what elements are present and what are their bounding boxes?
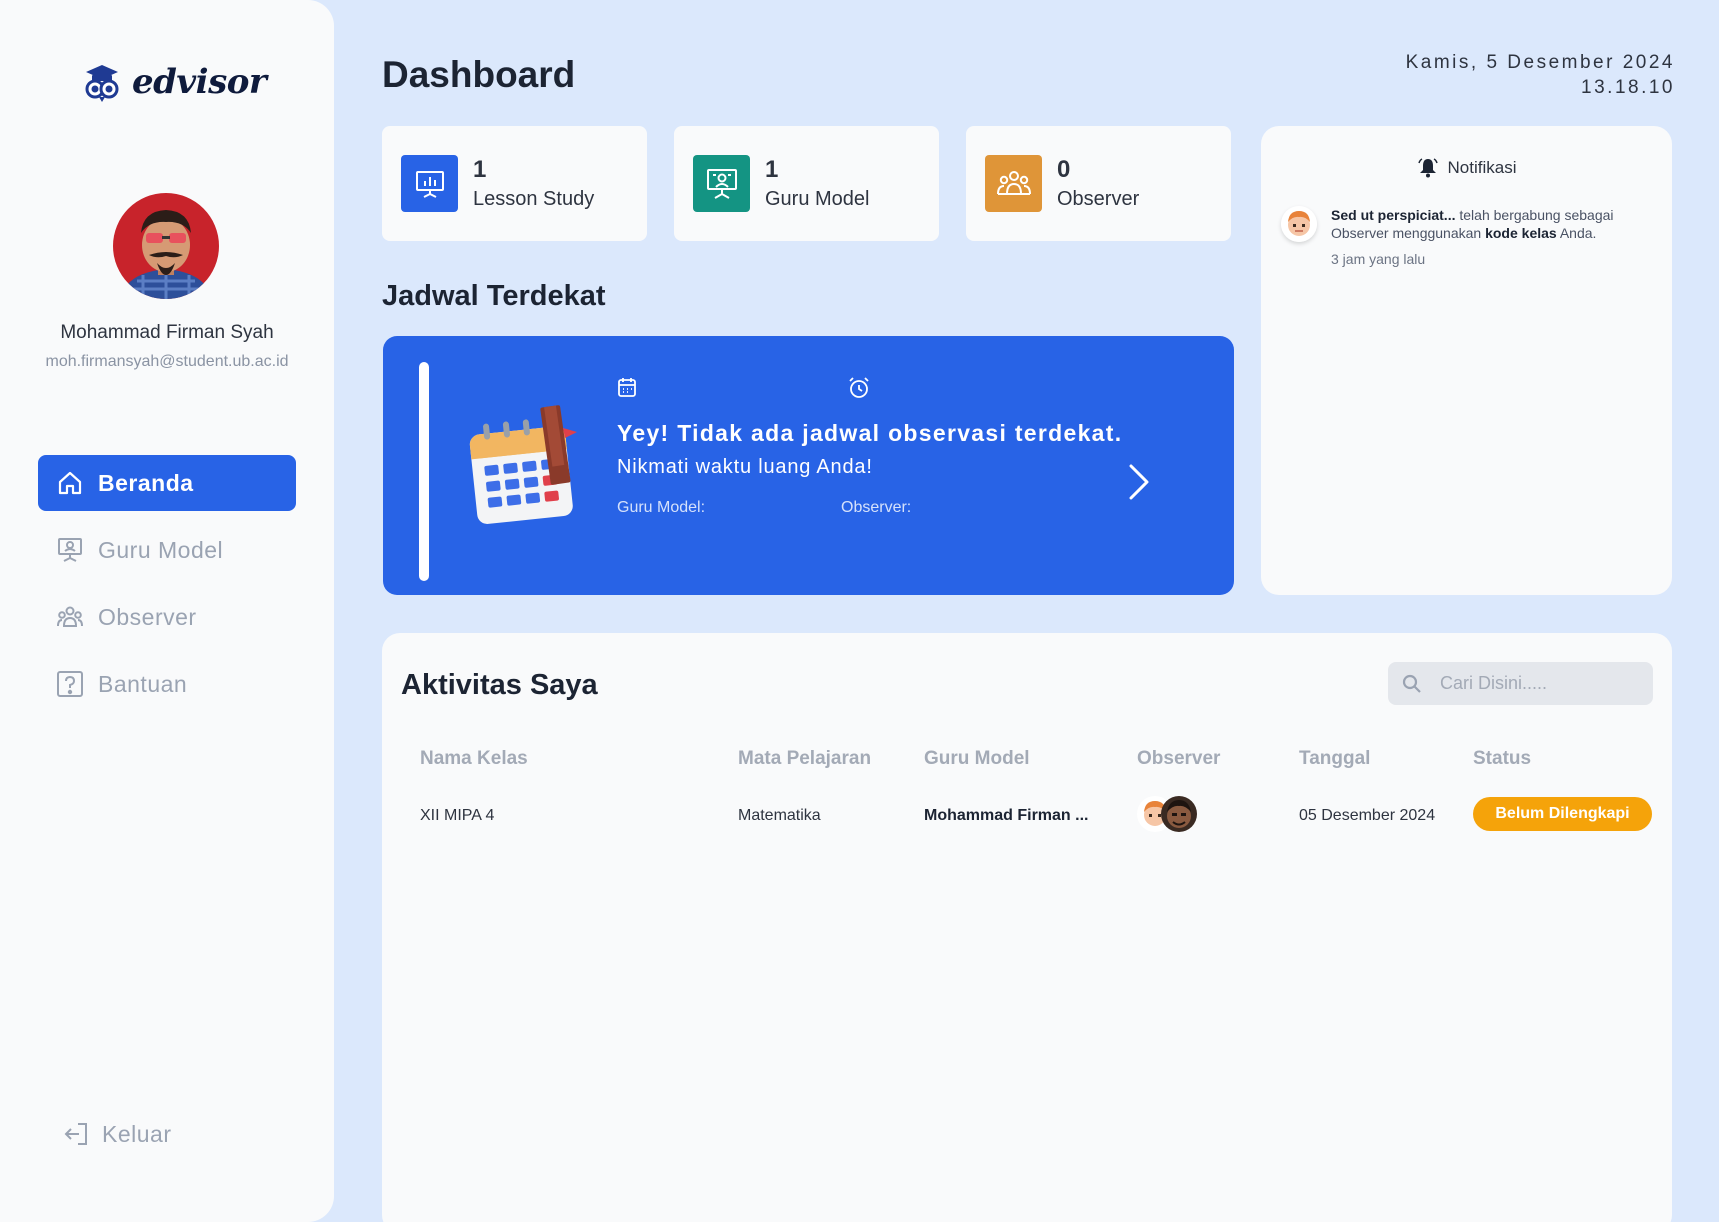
alarm-clock-icon xyxy=(849,377,869,398)
status-badge[interactable]: Belum Dilengkapi xyxy=(1473,797,1652,831)
people-icon xyxy=(985,155,1042,212)
user-name: Mohammad Firman Syah xyxy=(60,322,274,343)
calendar-icon xyxy=(618,378,636,397)
notification-title: Notifikasi xyxy=(1447,158,1517,177)
logout-label: Keluar xyxy=(102,1120,172,1147)
stat-value: 0 xyxy=(1057,156,1071,183)
logo-text: edvisor xyxy=(132,62,267,102)
stat-label: Guru Model xyxy=(765,188,870,210)
logout-button[interactable]: Keluar xyxy=(62,1120,171,1148)
current-date: Kamis, 5 Desember 2024 xyxy=(1405,52,1675,73)
stat-value: 1 xyxy=(473,156,487,183)
column-header-observer[interactable]: Observer xyxy=(1137,748,1220,770)
sidebar-item-observer[interactable]: Observer xyxy=(38,589,296,645)
sidebar-item-label: Observer xyxy=(98,603,197,630)
schedule-title: Yey! Tidak ada jadwal observasi terdekat… xyxy=(617,420,1123,446)
activity-panel: Aktivitas Saya Nama Kelas Mata Pelajaran… xyxy=(382,633,1672,1222)
activity-title: Aktivitas Saya xyxy=(401,669,598,701)
sidebar: edvisor Mohammad Firman Syah moh.firmans… xyxy=(0,0,334,1222)
notification-panel: Notifikasi Sed ut perspiciat... telah be… xyxy=(1261,126,1672,595)
stat-value: 1 xyxy=(765,156,779,183)
sidebar-item-label: Guru Model xyxy=(98,536,224,563)
group-icon xyxy=(57,606,83,627)
schedule-card[interactable]: Yey! Tidak ada jadwal observasi terdekat… xyxy=(383,336,1234,595)
presentation-icon xyxy=(58,538,82,562)
notification-user-name: Sed ut perspiciat... xyxy=(1331,207,1456,223)
notification-time: 3 jam yang lalu xyxy=(1331,251,1426,267)
observer-avatars xyxy=(1137,796,1201,832)
stat-card-observer[interactable]: 0 Observer xyxy=(966,126,1231,241)
notification-header: Notifikasi xyxy=(1261,157,1672,179)
sidebar-nav: Beranda Guru Model Observer Bantuan xyxy=(38,455,296,723)
column-header-mata-pelajaran[interactable]: Mata Pelajaran xyxy=(738,748,871,770)
bell-icon xyxy=(1417,158,1438,178)
column-header-tanggal[interactable]: Tanggal xyxy=(1299,748,1370,770)
notification-item[interactable]: Sed ut perspiciat... telah bergabung seb… xyxy=(1281,206,1661,267)
sidebar-item-bantuan[interactable]: Bantuan xyxy=(38,656,296,712)
user-email: moh.firmansyah@student.ub.ac.id xyxy=(45,353,289,370)
notification-text: Sed ut perspiciat... telah bergabung seb… xyxy=(1331,206,1661,242)
current-time: 13.18.10 xyxy=(1581,77,1675,98)
logout-icon xyxy=(64,1123,87,1145)
user-avatar[interactable] xyxy=(113,193,219,299)
home-icon xyxy=(58,471,82,495)
notification-avatar xyxy=(1281,206,1317,242)
schedule-section-title: Jadwal Terdekat xyxy=(382,280,606,312)
datetime: Kamis, 5 Desember 2024 13.18.10 xyxy=(1406,50,1675,100)
app-logo[interactable]: edvisor xyxy=(84,62,267,102)
stat-label: Observer xyxy=(1057,188,1140,210)
column-header-guru-model[interactable]: Guru Model xyxy=(924,748,1030,770)
schedule-subtitle: Nikmati waktu luang Anda! xyxy=(617,456,873,478)
teacher-board-icon xyxy=(693,155,750,212)
stat-card-lesson-study[interactable]: 1 Lesson Study xyxy=(382,126,647,241)
schedule-observer-label: Observer: xyxy=(841,499,912,516)
notification-message-end: Anda. xyxy=(1556,225,1597,241)
owl-logo-icon xyxy=(85,65,119,102)
column-header-nama-kelas[interactable]: Nama Kelas xyxy=(420,748,528,770)
calendar-illustration xyxy=(463,402,583,537)
schedule-guru-label: Guru Model: xyxy=(617,499,706,516)
cell-tanggal: 05 Desember 2024 xyxy=(1299,807,1436,824)
cell-nama-kelas: XII MIPA 4 xyxy=(420,807,495,824)
notification-highlight: kode kelas xyxy=(1485,225,1557,241)
observer-avatar xyxy=(1161,796,1197,832)
sidebar-item-label: Beranda xyxy=(98,469,194,496)
help-icon xyxy=(57,671,83,697)
schedule-accent-bar xyxy=(419,362,429,581)
search-input[interactable] xyxy=(1440,673,1640,694)
search-icon xyxy=(1402,674,1421,693)
chart-board-icon xyxy=(401,155,458,212)
cell-guru-model: Mohammad Firman ... xyxy=(924,807,1089,824)
sidebar-item-beranda[interactable]: Beranda xyxy=(38,455,296,511)
stat-label: Lesson Study xyxy=(473,188,595,210)
sidebar-item-label: Bantuan xyxy=(98,670,188,697)
stat-card-guru-model[interactable]: 1 Guru Model xyxy=(674,126,939,241)
chevron-right-icon[interactable] xyxy=(1125,462,1153,502)
column-header-status[interactable]: Status xyxy=(1473,748,1531,770)
cell-mata-pelajaran: Matematika xyxy=(738,807,821,824)
page-title: Dashboard xyxy=(382,54,576,95)
search-box[interactable] xyxy=(1388,662,1653,705)
sidebar-item-guru-model[interactable]: Guru Model xyxy=(38,522,296,578)
